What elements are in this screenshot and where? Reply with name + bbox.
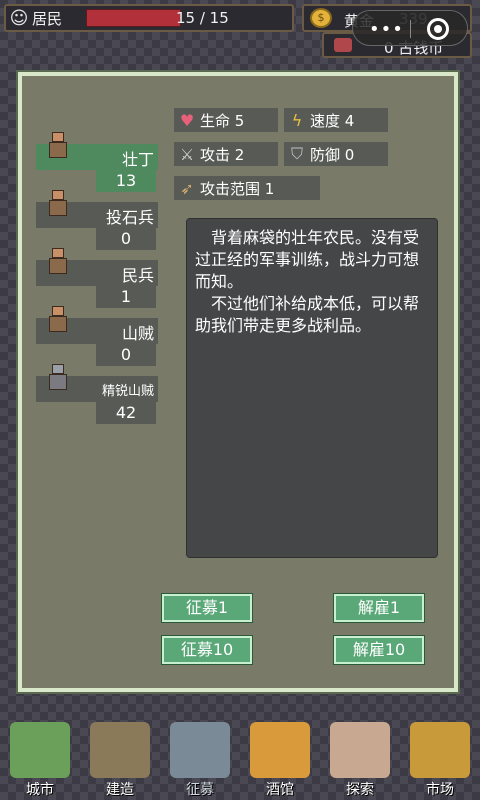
stat-hp: ♥ 生命 5 [174,108,278,132]
person-icon: ☺ [9,7,29,29]
unit-item-minbing[interactable]: 民兵 1 [36,244,158,308]
resident-label: 居民 [32,9,63,28]
unit-name: 精锐山贼 [101,384,154,399]
stat-attack-text: 攻击 2 [200,145,245,164]
unit-description: 背着麻袋的壮年农民。没有受过正经的军事训练，战斗力可想而知。 不过他们补给成本低… [186,218,438,558]
unit-item-shanzei[interactable]: 山贼 0 [36,302,158,366]
slinger-sprite-icon [42,186,74,222]
unit-item-jingruishanzei[interactable]: 精锐山贼 42 [36,360,158,424]
recruit-icon [170,722,230,778]
tab-label: 探索 [346,782,374,798]
unit-name: 投石兵 [105,208,154,227]
recruit-1-button[interactable]: 征募1 [162,594,252,622]
stat-range: ➶ 攻击范围 1 [174,176,320,200]
shield-icon: ⛉ [290,144,303,163]
tab-label: 酒馆 [266,782,294,798]
bandit-sprite-icon [42,302,74,338]
tab-label: 城市 [26,782,54,798]
close-circle-icon[interactable] [427,18,449,40]
resident-bar [86,9,181,27]
tab-market[interactable]: 市场 [404,712,476,800]
miniprogram-capsule: ••• [352,10,468,46]
explore-icon [330,722,390,778]
elite-bandit-sprite-icon [42,360,74,396]
tab-label: 市场 [426,782,454,798]
peasant-sprite-icon [42,128,74,164]
lightning-icon: ϟ [291,110,303,130]
dismiss-1-button[interactable]: 解雇1 [334,594,424,622]
unit-name: 民兵 [121,266,154,285]
capsule-divider [410,20,411,38]
market-icon [410,722,470,778]
sword-icon: ⚔ [179,144,195,164]
build-icon [90,722,150,778]
stat-range-text: 攻击范围 1 [200,179,275,198]
recruit-panel: 壮丁 13 投石兵 0 民兵 1 山贼 0 精锐山贼 42 ♥ 生命 5 ϟ 速… [18,72,458,692]
resident-value: 15 / 15 [176,9,229,27]
gold-coin-icon: $ [310,8,332,28]
stat-defense-text: 防御 0 [310,145,355,164]
unit-item-zhuangding[interactable]: 壮丁 13 [36,128,158,192]
tab-label: 建造 [106,782,134,798]
tab-recruit[interactable]: 征募 [164,712,236,800]
unit-item-toushibing[interactable]: 投石兵 0 [36,186,158,250]
dismiss-10-button[interactable]: 解雇10 [334,636,424,664]
ancient-coin-icon [334,38,352,52]
more-icon[interactable]: ••• [369,19,404,40]
unit-name: 山贼 [121,324,154,343]
stat-attack: ⚔ 攻击 2 [174,142,278,166]
bow-icon: ➶ [180,178,194,198]
tavern-icon [250,722,310,778]
resident-panel: ☺ 居民 15 / 15 [4,4,294,32]
tab-label: 征募 [186,782,214,798]
tab-build[interactable]: 建造 [84,712,156,800]
recruit-10-button[interactable]: 征募10 [162,636,252,664]
bottom-tab-bar: 城市 建造 征募 酒馆 探索 市场 [0,712,480,800]
unit-name: 壮丁 [121,150,154,169]
tab-explore[interactable]: 探索 [324,712,396,800]
unit-count: 42 [96,402,156,424]
tab-tavern[interactable]: 酒馆 [244,712,316,800]
stat-speed-text: 速度 4 [310,111,355,130]
city-icon [10,722,70,778]
top-bar: ☺ 居民 15 / 15 $ 黄金 339 0 古钱币 ••• [0,0,480,58]
tab-city[interactable]: 城市 [4,712,76,800]
heart-icon: ♥ [179,110,195,130]
stat-defense: ⛉ 防御 0 [284,142,388,166]
stat-hp-text: 生命 5 [200,111,245,130]
militia-sprite-icon [42,244,74,280]
stat-speed: ϟ 速度 4 [284,108,388,132]
